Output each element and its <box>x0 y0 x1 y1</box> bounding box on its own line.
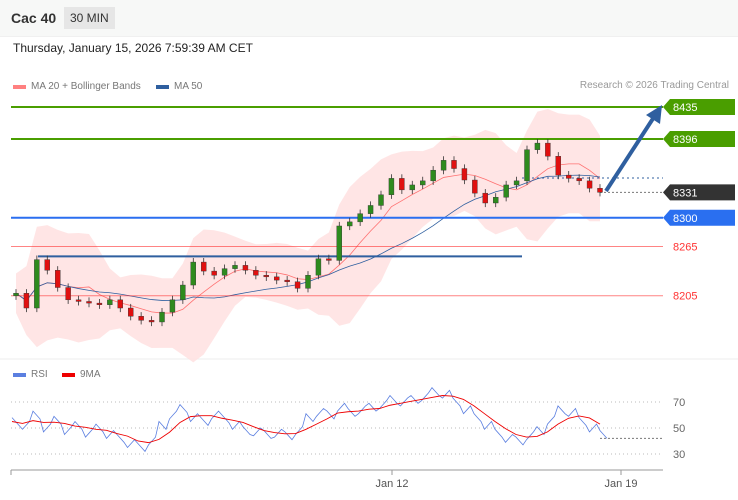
level-label-8300: 8300 <box>673 213 697 225</box>
candle <box>232 265 238 269</box>
candle <box>399 178 405 191</box>
candle <box>576 178 582 182</box>
candle <box>493 197 499 204</box>
rsi-tick-50: 50 <box>673 423 685 435</box>
candle <box>586 180 593 189</box>
candle <box>138 316 144 321</box>
level-label-8265: 8265 <box>673 241 697 253</box>
level-label-8435: 8435 <box>673 102 697 114</box>
candle <box>13 293 19 296</box>
candle <box>326 258 332 261</box>
candle <box>159 311 165 323</box>
candle <box>107 299 113 305</box>
candle <box>253 270 259 276</box>
candle <box>513 180 520 186</box>
candle <box>75 299 82 302</box>
candle <box>274 276 280 281</box>
candle <box>242 265 249 271</box>
candle <box>451 160 457 169</box>
candle <box>555 156 561 176</box>
candle <box>284 279 290 282</box>
candle <box>472 179 478 194</box>
candle <box>305 275 311 289</box>
candle <box>34 259 40 309</box>
rsi-tick-30: 30 <box>673 449 685 461</box>
candle <box>430 169 436 182</box>
candle <box>524 149 530 182</box>
candle <box>86 301 92 304</box>
candle <box>566 174 572 179</box>
candle <box>503 184 509 198</box>
candle <box>367 205 374 214</box>
forecast-arrow <box>604 115 656 193</box>
candle <box>378 194 384 206</box>
candle <box>44 259 50 271</box>
candle <box>96 302 103 305</box>
candle <box>315 258 322 276</box>
candle <box>55 270 61 288</box>
x-tick-label: Jan 19 <box>604 478 637 490</box>
candle <box>357 213 363 223</box>
candle <box>440 160 447 171</box>
candle <box>211 270 217 276</box>
x-tick-label: Jan 12 <box>375 478 408 490</box>
candle <box>128 307 134 317</box>
candle <box>65 287 71 301</box>
rsi-line <box>11 387 608 453</box>
candle <box>347 221 353 227</box>
candle <box>190 261 196 286</box>
candle <box>117 299 123 309</box>
candle <box>482 192 488 204</box>
bollinger-band <box>16 108 600 363</box>
candle <box>461 168 468 181</box>
candle <box>597 188 603 193</box>
candle <box>180 284 186 301</box>
candle <box>294 281 301 289</box>
candle <box>23 293 30 309</box>
candle <box>169 299 176 313</box>
candle <box>534 142 541 150</box>
candle <box>148 320 155 323</box>
level-label-8205: 8205 <box>673 291 697 303</box>
candle <box>545 142 551 157</box>
candle <box>263 275 269 278</box>
price-chart: 8435 8396 8331 8300 8265 8205 70 50 30 Jan 12 Jan … <box>0 99 738 490</box>
candle <box>388 178 395 195</box>
candle <box>201 261 207 272</box>
candle <box>420 180 426 186</box>
candle <box>221 268 228 276</box>
level-label-8396: 8396 <box>673 134 697 146</box>
rsi-tick-70: 70 <box>673 397 685 409</box>
level-label-8331: 8331 <box>673 187 697 199</box>
candle <box>336 225 342 261</box>
candle <box>409 184 415 191</box>
